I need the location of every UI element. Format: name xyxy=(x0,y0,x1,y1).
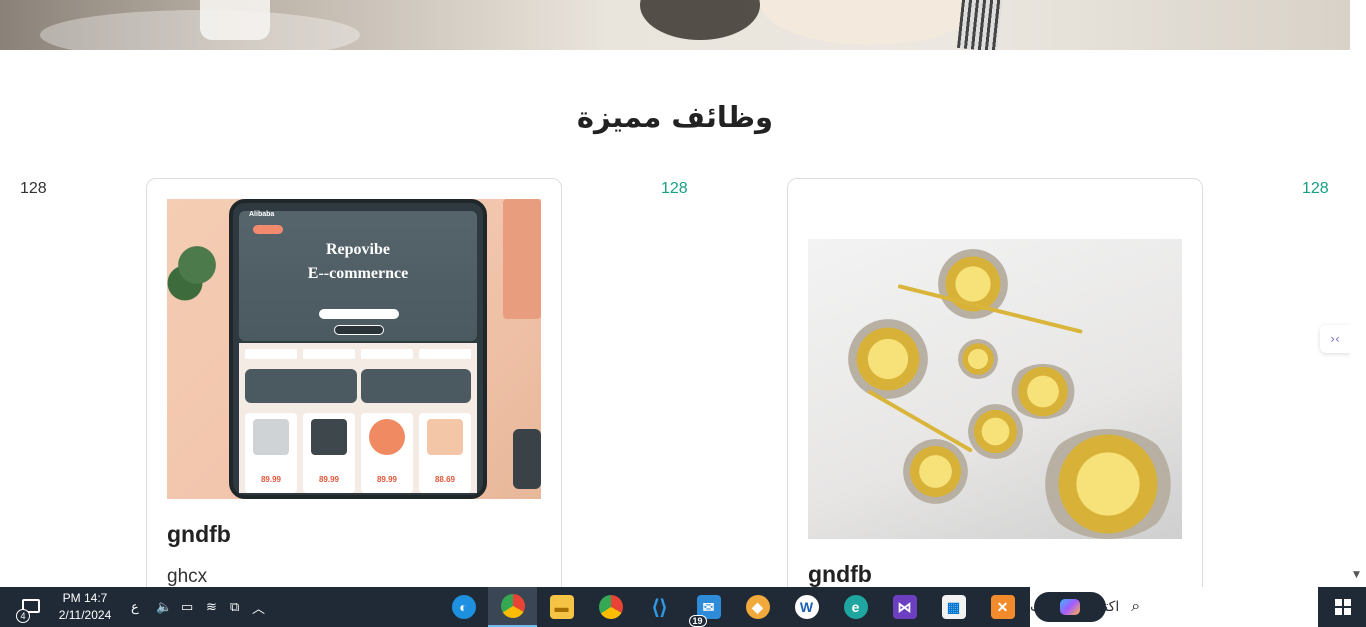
card-title[interactable]: gndfb xyxy=(808,561,872,587)
side-widget-button[interactable]: ›‹ xyxy=(1320,325,1350,353)
start-button[interactable] xyxy=(1320,587,1366,627)
windows-logo-icon xyxy=(1335,599,1351,615)
xampp-icon: ✕ xyxy=(990,595,1015,619)
vscode-icon: ⟨⟩ xyxy=(647,595,672,619)
visual-studio-icon: ⋈ xyxy=(892,595,917,619)
scroll-down-arrow-icon[interactable]: ▼ xyxy=(1353,570,1363,580)
edge-dev-icon: ◐ xyxy=(451,595,476,619)
meet-now-icon[interactable]: ⧉ xyxy=(230,587,239,627)
wifi-icon[interactable]: ≋ xyxy=(206,587,217,627)
taskbar-app-store[interactable]: ▦ xyxy=(929,587,978,627)
chrome-profile-icon xyxy=(500,594,525,618)
notification-count: 4 xyxy=(16,609,30,623)
volume-icon[interactable]: 🔈 xyxy=(156,587,172,627)
show-hidden-icons[interactable]: ︿ xyxy=(252,587,265,627)
language-indicator[interactable]: ع xyxy=(131,587,139,627)
brave-icon: ◆ xyxy=(745,595,770,619)
hero-banner-image xyxy=(0,0,1350,50)
search-icon: ⌕ xyxy=(1131,598,1141,615)
taskbar-app-xampp[interactable]: ✕ xyxy=(978,587,1027,627)
battery-icon[interactable]: ▭ xyxy=(181,587,193,627)
image-brand-text: Alibaba xyxy=(249,211,275,218)
counter-right: 128 xyxy=(1302,180,1329,197)
job-card[interactable]: Alibaba Repovibe E--commernce 89.99 89.9… xyxy=(146,178,562,587)
taskbar-app-edge[interactable]: e xyxy=(831,587,880,627)
taskbar-app-brave[interactable]: ◆ xyxy=(733,587,782,627)
card-description: ghcx xyxy=(167,566,208,587)
copilot-button[interactable] xyxy=(1034,592,1106,622)
chevron-up-icon: ︿ xyxy=(252,600,266,616)
file-explorer-icon: ▬ xyxy=(549,595,574,619)
taskbar-app-vscode[interactable]: ⟨⟩ xyxy=(635,587,684,627)
clock-date: 2/11/2024 xyxy=(58,608,112,622)
mail-badge: 19 xyxy=(688,615,707,627)
taskbar-app-word[interactable]: W xyxy=(782,587,831,627)
taskbar-app-visual-studio[interactable]: ⋈ xyxy=(880,587,929,627)
chrome-icon xyxy=(598,595,623,619)
taskbar-app-chrome-active[interactable] xyxy=(488,587,537,627)
page-scrollbar[interactable] xyxy=(1350,0,1366,587)
microsoft-store-icon: ▦ xyxy=(941,595,966,619)
card-title[interactable]: gndfb xyxy=(167,521,231,548)
copilot-icon xyxy=(1060,599,1080,615)
image-price: 89.99 xyxy=(260,475,282,484)
gold-jewelry-image xyxy=(808,239,1182,539)
taskbar-app-mail[interactable]: ✉ 19 xyxy=(684,587,733,627)
taskbar: ⌕ اكتب هنا للبحث ✕ ▦ ⋈ e W ◆ ✉19 ⟨⟩ ▬ ◐ … xyxy=(0,587,1366,627)
image-headline-2: E--commernce xyxy=(307,265,409,282)
image-headline-1: Repovibe xyxy=(326,241,390,258)
word-icon: W xyxy=(794,595,819,619)
notification-center-button[interactable]: 4 xyxy=(14,595,44,623)
job-card[interactable]: gndfb xyxy=(787,178,1203,587)
counter-middle: 128 xyxy=(661,180,688,197)
taskbar-app-chrome[interactable] xyxy=(586,587,635,627)
taskbar-app-edge-dev[interactable]: ◐ xyxy=(439,587,488,627)
taskbar-app-file-explorer[interactable]: ▬ xyxy=(537,587,586,627)
ecommerce-tablet-image: Alibaba Repovibe E--commernce 89.99 89.9… xyxy=(167,199,541,499)
mail-icon: ✉ 19 xyxy=(688,595,721,627)
image-price: 89.99 xyxy=(376,475,398,484)
image-price: 89.99 xyxy=(318,475,340,484)
web-page: وظائف مميزة 128 128 128 Alibaba Repovibe… xyxy=(0,0,1350,587)
edge-icon: e xyxy=(843,595,868,619)
image-price: 88.69 xyxy=(434,475,456,484)
clock-time: PM 14:7 xyxy=(62,591,108,605)
taskbar-clock[interactable]: PM 14:7 2/11/2024 xyxy=(52,590,118,624)
counter-left: 128 xyxy=(20,180,47,197)
section-title: وظائف مميزة xyxy=(576,100,774,134)
